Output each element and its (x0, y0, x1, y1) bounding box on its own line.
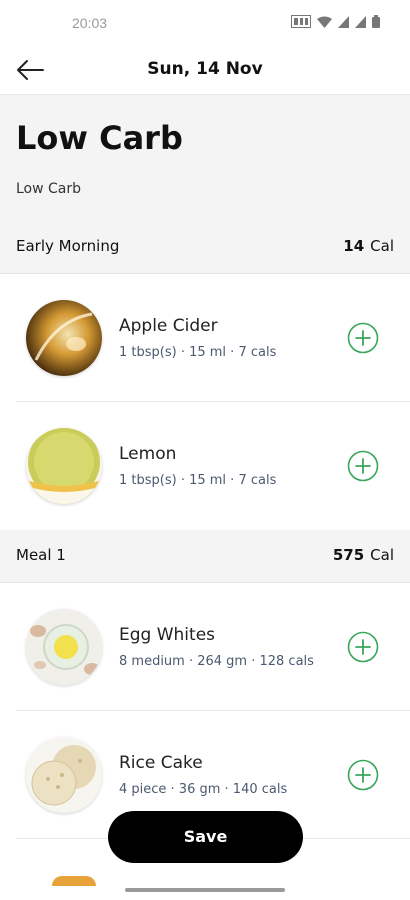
food-name: Apple Cider (119, 316, 218, 336)
add-button[interactable] (347, 322, 379, 354)
signal-icon (355, 15, 366, 28)
date-title: Sun, 14 Nov (147, 59, 263, 79)
status-time: 20:03 (72, 15, 108, 31)
food-image-apple-cider (26, 300, 102, 376)
section-name: Meal 1 (16, 546, 66, 564)
section-calories-value: 575 (332, 546, 365, 564)
home-indicator[interactable] (125, 888, 285, 892)
plan-subtitle: Low Carb (16, 181, 82, 197)
food-item[interactable]: Apple Cider 1 tbsp(s) · 15 ml · 7 cals (0, 274, 410, 402)
plan-title: Low Carb (16, 119, 183, 157)
food-detail: 1 tbsp(s) · 15 ml · 7 cals (119, 473, 277, 488)
signal-icon (338, 15, 349, 28)
plus-circle-icon (347, 322, 379, 354)
status-bar: 20:03 (0, 0, 410, 46)
battery-icon (372, 15, 380, 28)
add-button[interactable] (347, 759, 379, 791)
food-image-rice-cake (26, 737, 102, 813)
food-item[interactable]: Egg Whites 8 medium · 264 gm · 128 cals (0, 583, 410, 711)
wifi-icon (317, 16, 332, 28)
section-calories-unit: Cal (370, 237, 394, 255)
food-detail: 8 medium · 264 gm · 128 cals (119, 654, 314, 669)
food-image-egg-whites (26, 609, 102, 685)
section-calories: 14 Cal (343, 237, 394, 255)
add-button[interactable] (347, 631, 379, 663)
save-button[interactable]: Save (108, 811, 303, 863)
food-name: Lemon (119, 444, 177, 464)
section-header: Early Morning 14 Cal (0, 221, 410, 274)
food-image-partial (52, 876, 96, 886)
app-bar: Sun, 14 Nov (0, 46, 410, 95)
food-name: Rice Cake (119, 753, 203, 773)
food-detail: 4 piece · 36 gm · 140 cals (119, 782, 288, 797)
section-calories-unit: Cal (370, 546, 394, 564)
food-item[interactable]: Lemon 1 tbsp(s) · 15 ml · 7 cals (0, 402, 410, 530)
plus-circle-icon (347, 631, 379, 663)
plus-circle-icon (347, 450, 379, 482)
section-name: Early Morning (16, 237, 120, 255)
plus-circle-icon (347, 759, 379, 791)
nfc-icon (291, 15, 311, 28)
food-detail: 1 tbsp(s) · 15 ml · 7 cals (119, 345, 277, 360)
food-name: Egg Whites (119, 625, 216, 645)
add-button[interactable] (347, 450, 379, 482)
section-header: Meal 1 575 Cal (0, 530, 410, 583)
status-icons (291, 15, 380, 28)
section-calories: 575 Cal (333, 546, 394, 564)
food-image-lemon (26, 428, 102, 504)
section-calories-value: 14 (343, 237, 365, 255)
